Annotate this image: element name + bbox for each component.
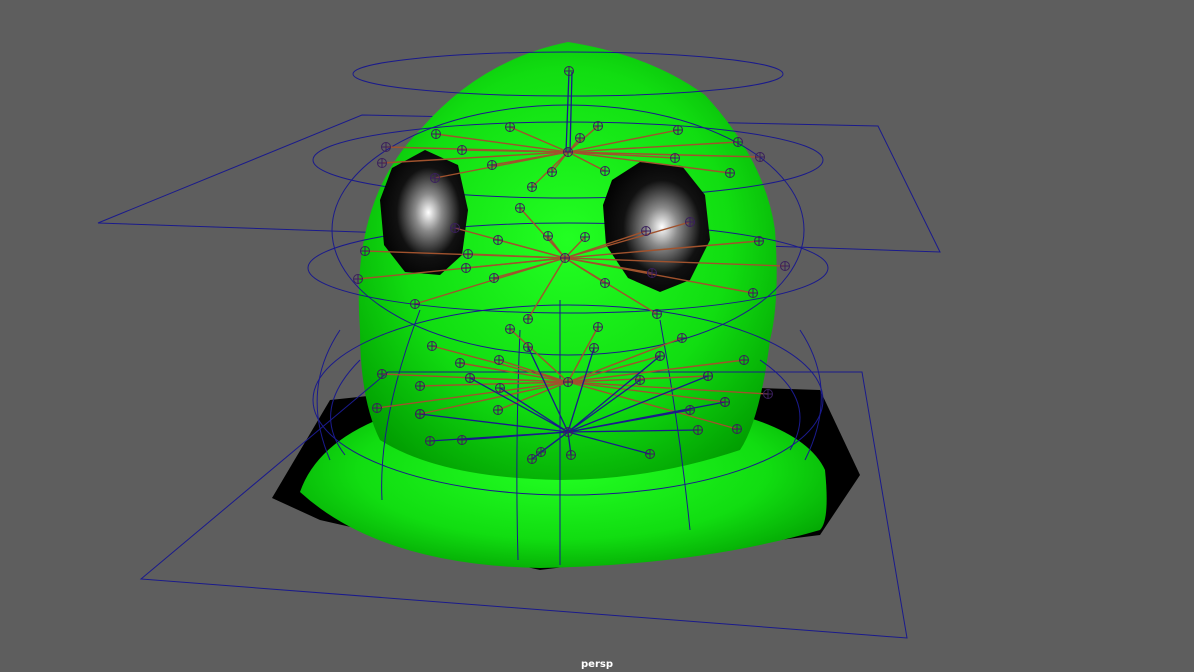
joint-locator[interactable] <box>527 182 537 192</box>
joint-locator[interactable] <box>494 355 504 365</box>
joint-locator[interactable] <box>693 425 703 435</box>
joint-locator[interactable] <box>463 249 473 259</box>
joint-locator[interactable] <box>377 158 387 168</box>
joint-locator[interactable] <box>563 147 573 157</box>
scene-canvas[interactable] <box>0 0 1194 672</box>
joint-locator[interactable] <box>527 454 537 464</box>
joint-locator[interactable] <box>515 203 525 213</box>
joint-locator[interactable] <box>589 343 599 353</box>
joint-locator[interactable] <box>645 449 655 459</box>
persp-viewport[interactable]: persp <box>0 0 1194 672</box>
joint-locator[interactable] <box>377 369 387 379</box>
joint-locator[interactable] <box>381 142 391 152</box>
joint-locator[interactable] <box>600 278 610 288</box>
joint-locator[interactable] <box>673 125 683 135</box>
joint-locator[interactable] <box>560 253 570 263</box>
joint-locator[interactable] <box>733 137 743 147</box>
joint-locator[interactable] <box>487 160 497 170</box>
joint-locator[interactable] <box>410 299 420 309</box>
joint-locator[interactable] <box>725 168 735 178</box>
joint-locator[interactable] <box>600 166 610 176</box>
joint-locator[interactable] <box>547 167 557 177</box>
joint-locator[interactable] <box>593 322 603 332</box>
joint-locator[interactable] <box>739 355 749 365</box>
joint-locator[interactable] <box>493 235 503 245</box>
joint-locator[interactable] <box>430 173 440 183</box>
joint-locator[interactable] <box>523 314 533 324</box>
camera-name-label: persp <box>581 659 613 670</box>
joint-locator[interactable] <box>641 226 651 236</box>
joint-locator[interactable] <box>566 450 576 460</box>
joint-locator[interactable] <box>703 371 713 381</box>
joint-locator[interactable] <box>495 383 505 393</box>
joint-locator[interactable] <box>465 373 475 383</box>
joint-locator[interactable] <box>780 261 790 271</box>
joint-locator[interactable] <box>732 424 742 434</box>
joint-locator[interactable] <box>360 246 370 256</box>
joint-locator[interactable] <box>372 403 382 413</box>
joint-locator[interactable] <box>415 381 425 391</box>
joint-locator[interactable] <box>635 375 645 385</box>
left-eye[interactable] <box>380 150 468 275</box>
joint-locator[interactable] <box>652 309 662 319</box>
joint-locator[interactable] <box>543 231 553 241</box>
joint-locator[interactable] <box>655 351 665 361</box>
joint-locator[interactable] <box>455 358 465 368</box>
joint-locator[interactable] <box>457 435 467 445</box>
joint-locator[interactable] <box>748 288 758 298</box>
joint-locator[interactable] <box>677 333 687 343</box>
joint-locator[interactable] <box>685 217 695 227</box>
joint-locator[interactable] <box>763 389 773 399</box>
joint-locator[interactable] <box>523 342 533 352</box>
joint-locator[interactable] <box>755 152 765 162</box>
joint-locator[interactable] <box>593 121 603 131</box>
joint-locator[interactable] <box>505 122 515 132</box>
joint-locator[interactable] <box>493 405 503 415</box>
joint-locator[interactable] <box>536 447 546 457</box>
joint-locator[interactable] <box>489 273 499 283</box>
joint-locator[interactable] <box>457 145 467 155</box>
joint-locator[interactable] <box>563 427 573 437</box>
joint-locator[interactable] <box>353 274 363 284</box>
joint-locator[interactable] <box>415 409 425 419</box>
joint-locator[interactable] <box>564 66 574 76</box>
joint-locator[interactable] <box>563 377 573 387</box>
joint-locator[interactable] <box>670 153 680 163</box>
joint-locator[interactable] <box>685 405 695 415</box>
joint-locator[interactable] <box>647 268 657 278</box>
joint-locator[interactable] <box>450 223 460 233</box>
joint-locator[interactable] <box>720 397 730 407</box>
joint-locator[interactable] <box>580 232 590 242</box>
joint-locator[interactable] <box>427 341 437 351</box>
joint-locator[interactable] <box>431 129 441 139</box>
joint-locator[interactable] <box>425 436 435 446</box>
joint-locator[interactable] <box>754 236 764 246</box>
joint-locator[interactable] <box>575 133 585 143</box>
joint-locator[interactable] <box>505 324 515 334</box>
joint-locator[interactable] <box>461 263 471 273</box>
